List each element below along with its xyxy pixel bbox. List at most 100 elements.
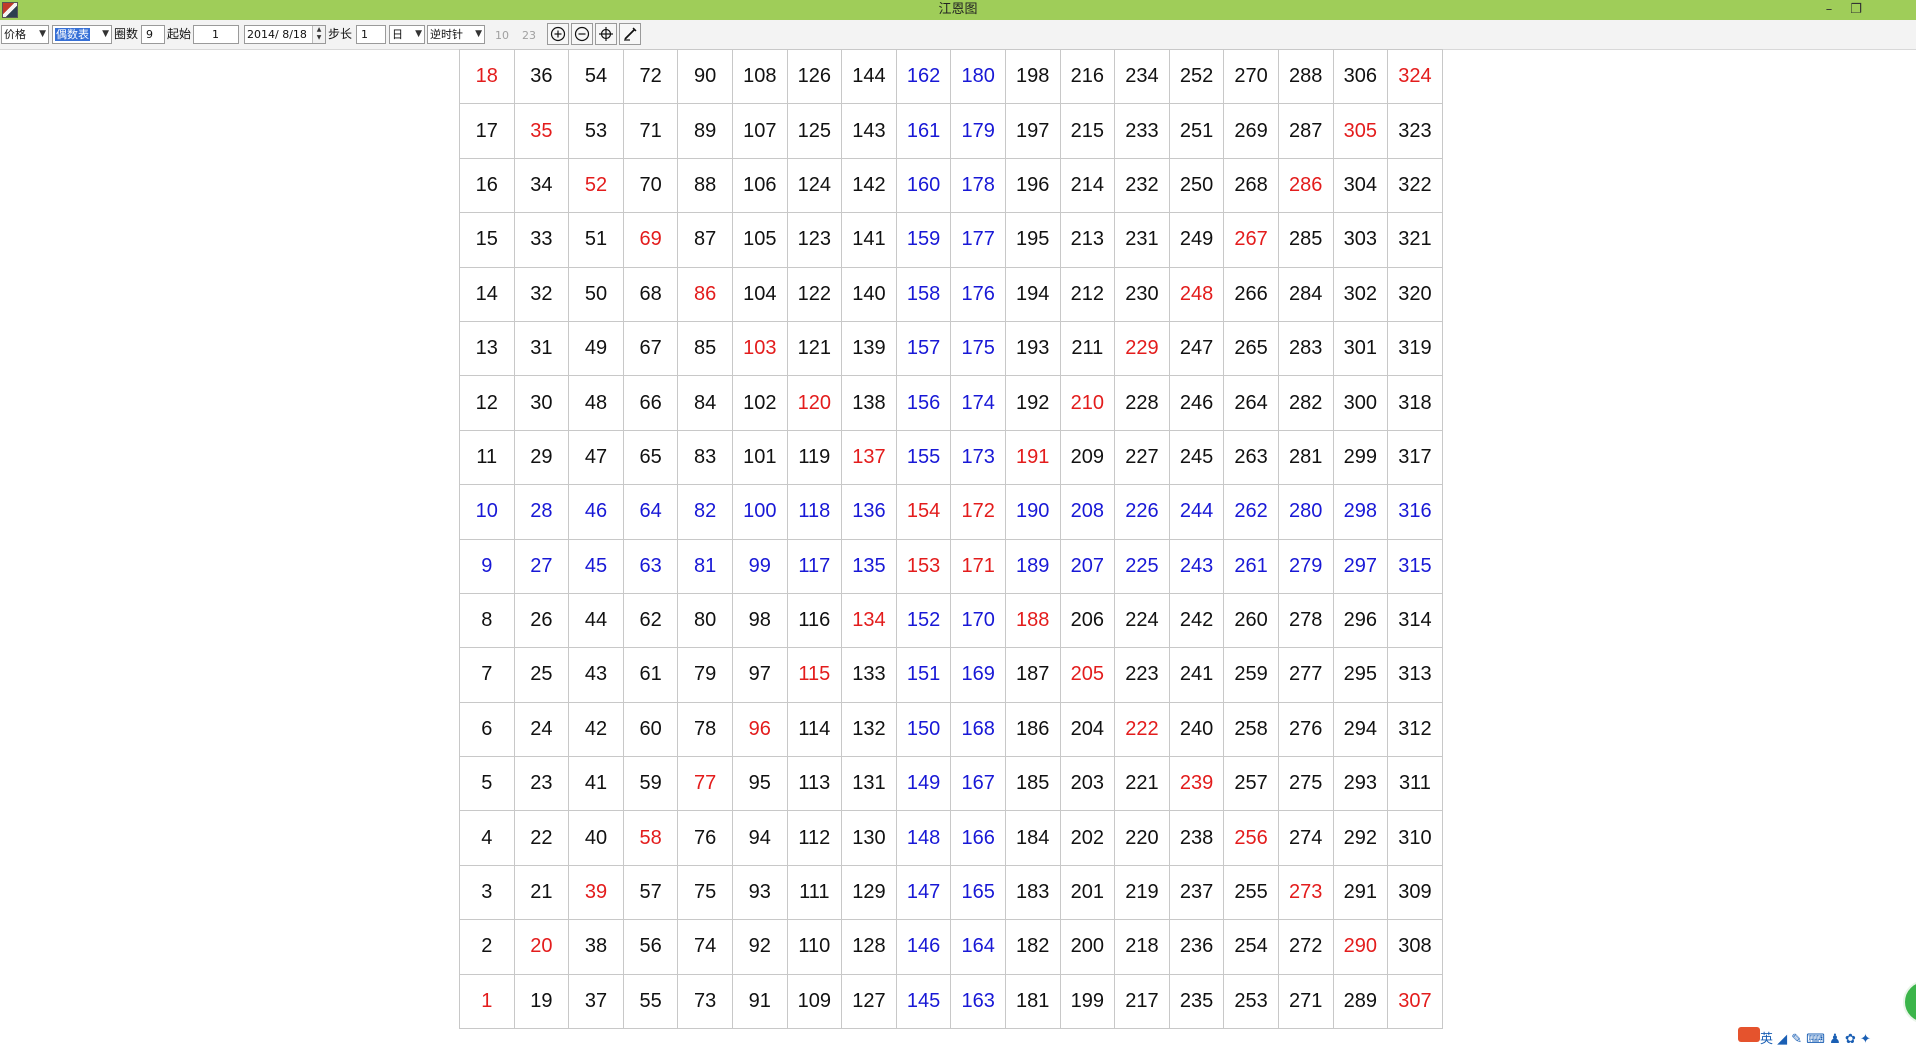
minimize-button[interactable]: –	[1816, 0, 1842, 20]
grid-cell: 144	[841, 48, 897, 105]
grid-cell: 317	[1387, 429, 1443, 486]
grid-cell: 133	[841, 647, 897, 703]
zoom-out-button[interactable]	[571, 23, 593, 45]
grid-cell: 263	[1223, 429, 1279, 486]
crosshair-icon	[599, 27, 613, 41]
step-input[interactable]: 1	[356, 25, 386, 44]
grid-cell: 238	[1168, 810, 1225, 866]
grid-cell: 168	[950, 701, 1006, 758]
grid-cell: 32	[513, 266, 570, 322]
grid-row: 15 33 51 69 87 105 123 141 159 177 195 213 231 249 267…	[459, 212, 1443, 268]
grid-cell: 36	[513, 48, 570, 105]
grid-cell: 76	[677, 810, 733, 866]
restore-button[interactable]: ❐	[1843, 0, 1869, 20]
grid-cell: 244	[1168, 484, 1225, 540]
grid-cell: 223	[1114, 647, 1170, 703]
grid-row: 12 30 48 66 84 102 120 138 156 174 192 210 228 246 264…	[459, 375, 1443, 431]
grid-cell: 41	[568, 756, 624, 812]
grid-cell: 135	[841, 538, 897, 594]
grid-cell: 61	[622, 647, 679, 703]
grid-cell: 298	[1332, 484, 1389, 540]
grid-cell: 7	[459, 647, 515, 703]
zoom-in-button[interactable]	[547, 23, 569, 45]
date-picker[interactable]: 2014/ 8/18 ▲ ▼	[244, 25, 326, 44]
grid-cell: 188	[1004, 592, 1061, 649]
grid-cell: 181	[1004, 973, 1061, 1030]
grid-cell: 249	[1168, 212, 1225, 268]
unit-select[interactable]: 日 ▼	[389, 25, 425, 44]
grid-cell: 172	[950, 484, 1006, 540]
grid-cell: 159	[895, 212, 952, 268]
grid-cell: 170	[950, 592, 1006, 649]
grid-cell: 16	[459, 157, 515, 214]
circles-input[interactable]: 9	[141, 25, 165, 44]
grid-cell: 274	[1277, 810, 1334, 866]
table-type-select[interactable]: 偶数表 ▼	[52, 25, 112, 44]
grid-cell: 237	[1168, 864, 1225, 921]
grid-cell: 229	[1114, 320, 1170, 377]
start-input[interactable]: 1	[193, 25, 239, 44]
grid-cell: 47	[568, 429, 624, 486]
grid-cell: 14	[459, 266, 515, 322]
grid-cell: 94	[731, 810, 788, 866]
grid-cell: 324	[1387, 48, 1443, 105]
grid-cell: 171	[950, 538, 1006, 594]
grid-cell: 110	[786, 919, 843, 975]
grid-cell: 268	[1223, 157, 1279, 214]
grid-cell: 303	[1332, 212, 1389, 268]
toolbar: 价格 ▼ 偶数表 ▼ 圈数 9 起始 1 2014/ 8/18 ▲ ▼ 步长 1 …	[0, 20, 1916, 50]
grid-cell: 118	[786, 484, 843, 540]
grid-cell: 74	[677, 919, 733, 975]
ime-toolbar[interactable]: 英 ◢ ✎ ⌨ ♟ ✿ ✦	[1760, 1028, 1871, 1047]
grid-cell: 245	[1168, 429, 1225, 486]
grid-cell: 134	[841, 592, 897, 649]
grid-cell: 92	[731, 919, 788, 975]
grid-cell: 314	[1387, 592, 1443, 649]
grid-cell: 141	[841, 212, 897, 268]
grid-cell: 310	[1387, 810, 1443, 866]
grid-cell: 111	[786, 864, 843, 921]
grid-cell: 213	[1059, 212, 1116, 268]
grid-cell: 167	[950, 756, 1006, 812]
grid-cell: 126	[786, 48, 843, 105]
grid-cell: 294	[1332, 701, 1389, 758]
grid-cell: 165	[950, 864, 1006, 921]
grid-cell: 204	[1059, 701, 1116, 758]
grid-cell: 121	[786, 320, 843, 377]
grid-cell: 75	[677, 864, 733, 921]
grid-cell: 233	[1114, 103, 1170, 159]
grid-cell: 184	[1004, 810, 1061, 866]
direction-select[interactable]: 逆时针 ▼	[427, 25, 485, 44]
center-button[interactable]	[595, 23, 617, 45]
grid-cell: 160	[895, 157, 952, 214]
grid-cell: 306	[1332, 48, 1389, 105]
grid-cell: 122	[786, 266, 843, 322]
grid-cell: 195	[1004, 212, 1061, 268]
draw-button[interactable]	[619, 23, 641, 45]
floating-assistant-badge[interactable]	[1903, 980, 1916, 1024]
grid-cell: 6	[459, 701, 515, 758]
grid-cell: 271	[1277, 973, 1334, 1030]
grid-cell: 59	[622, 756, 679, 812]
grid-row: 11 29 47 65 83 101 119 137 155 173 191 209 227 245 263…	[459, 429, 1443, 486]
grid-row: 13 31 49 67 85 103 121 139 157 175 193 211 229 247 265…	[459, 320, 1443, 377]
price-select[interactable]: 价格 ▼	[1, 25, 49, 44]
grid-cell: 182	[1004, 919, 1061, 975]
grid-cell: 185	[1004, 756, 1061, 812]
date-picker-value: 2014/ 8/18	[247, 28, 307, 41]
grid-cell: 261	[1223, 538, 1279, 594]
grid-cell: 1	[459, 973, 515, 1030]
grid-cell: 221	[1114, 756, 1170, 812]
grid-cell: 236	[1168, 919, 1225, 975]
start-input-value: 1	[212, 28, 219, 41]
date-spinner-icon[interactable]: ▲ ▼	[312, 26, 325, 43]
grid-cell: 119	[786, 429, 843, 486]
grid-cell: 148	[895, 810, 952, 866]
direction-select-value: 逆时针	[430, 28, 463, 41]
grid-cell: 157	[895, 320, 952, 377]
grid-cell: 137	[841, 429, 897, 486]
grid-cell: 273	[1277, 864, 1334, 921]
grid-cell: 212	[1059, 266, 1116, 322]
grid-cell: 266	[1223, 266, 1279, 322]
grid-cell: 4	[459, 810, 515, 866]
